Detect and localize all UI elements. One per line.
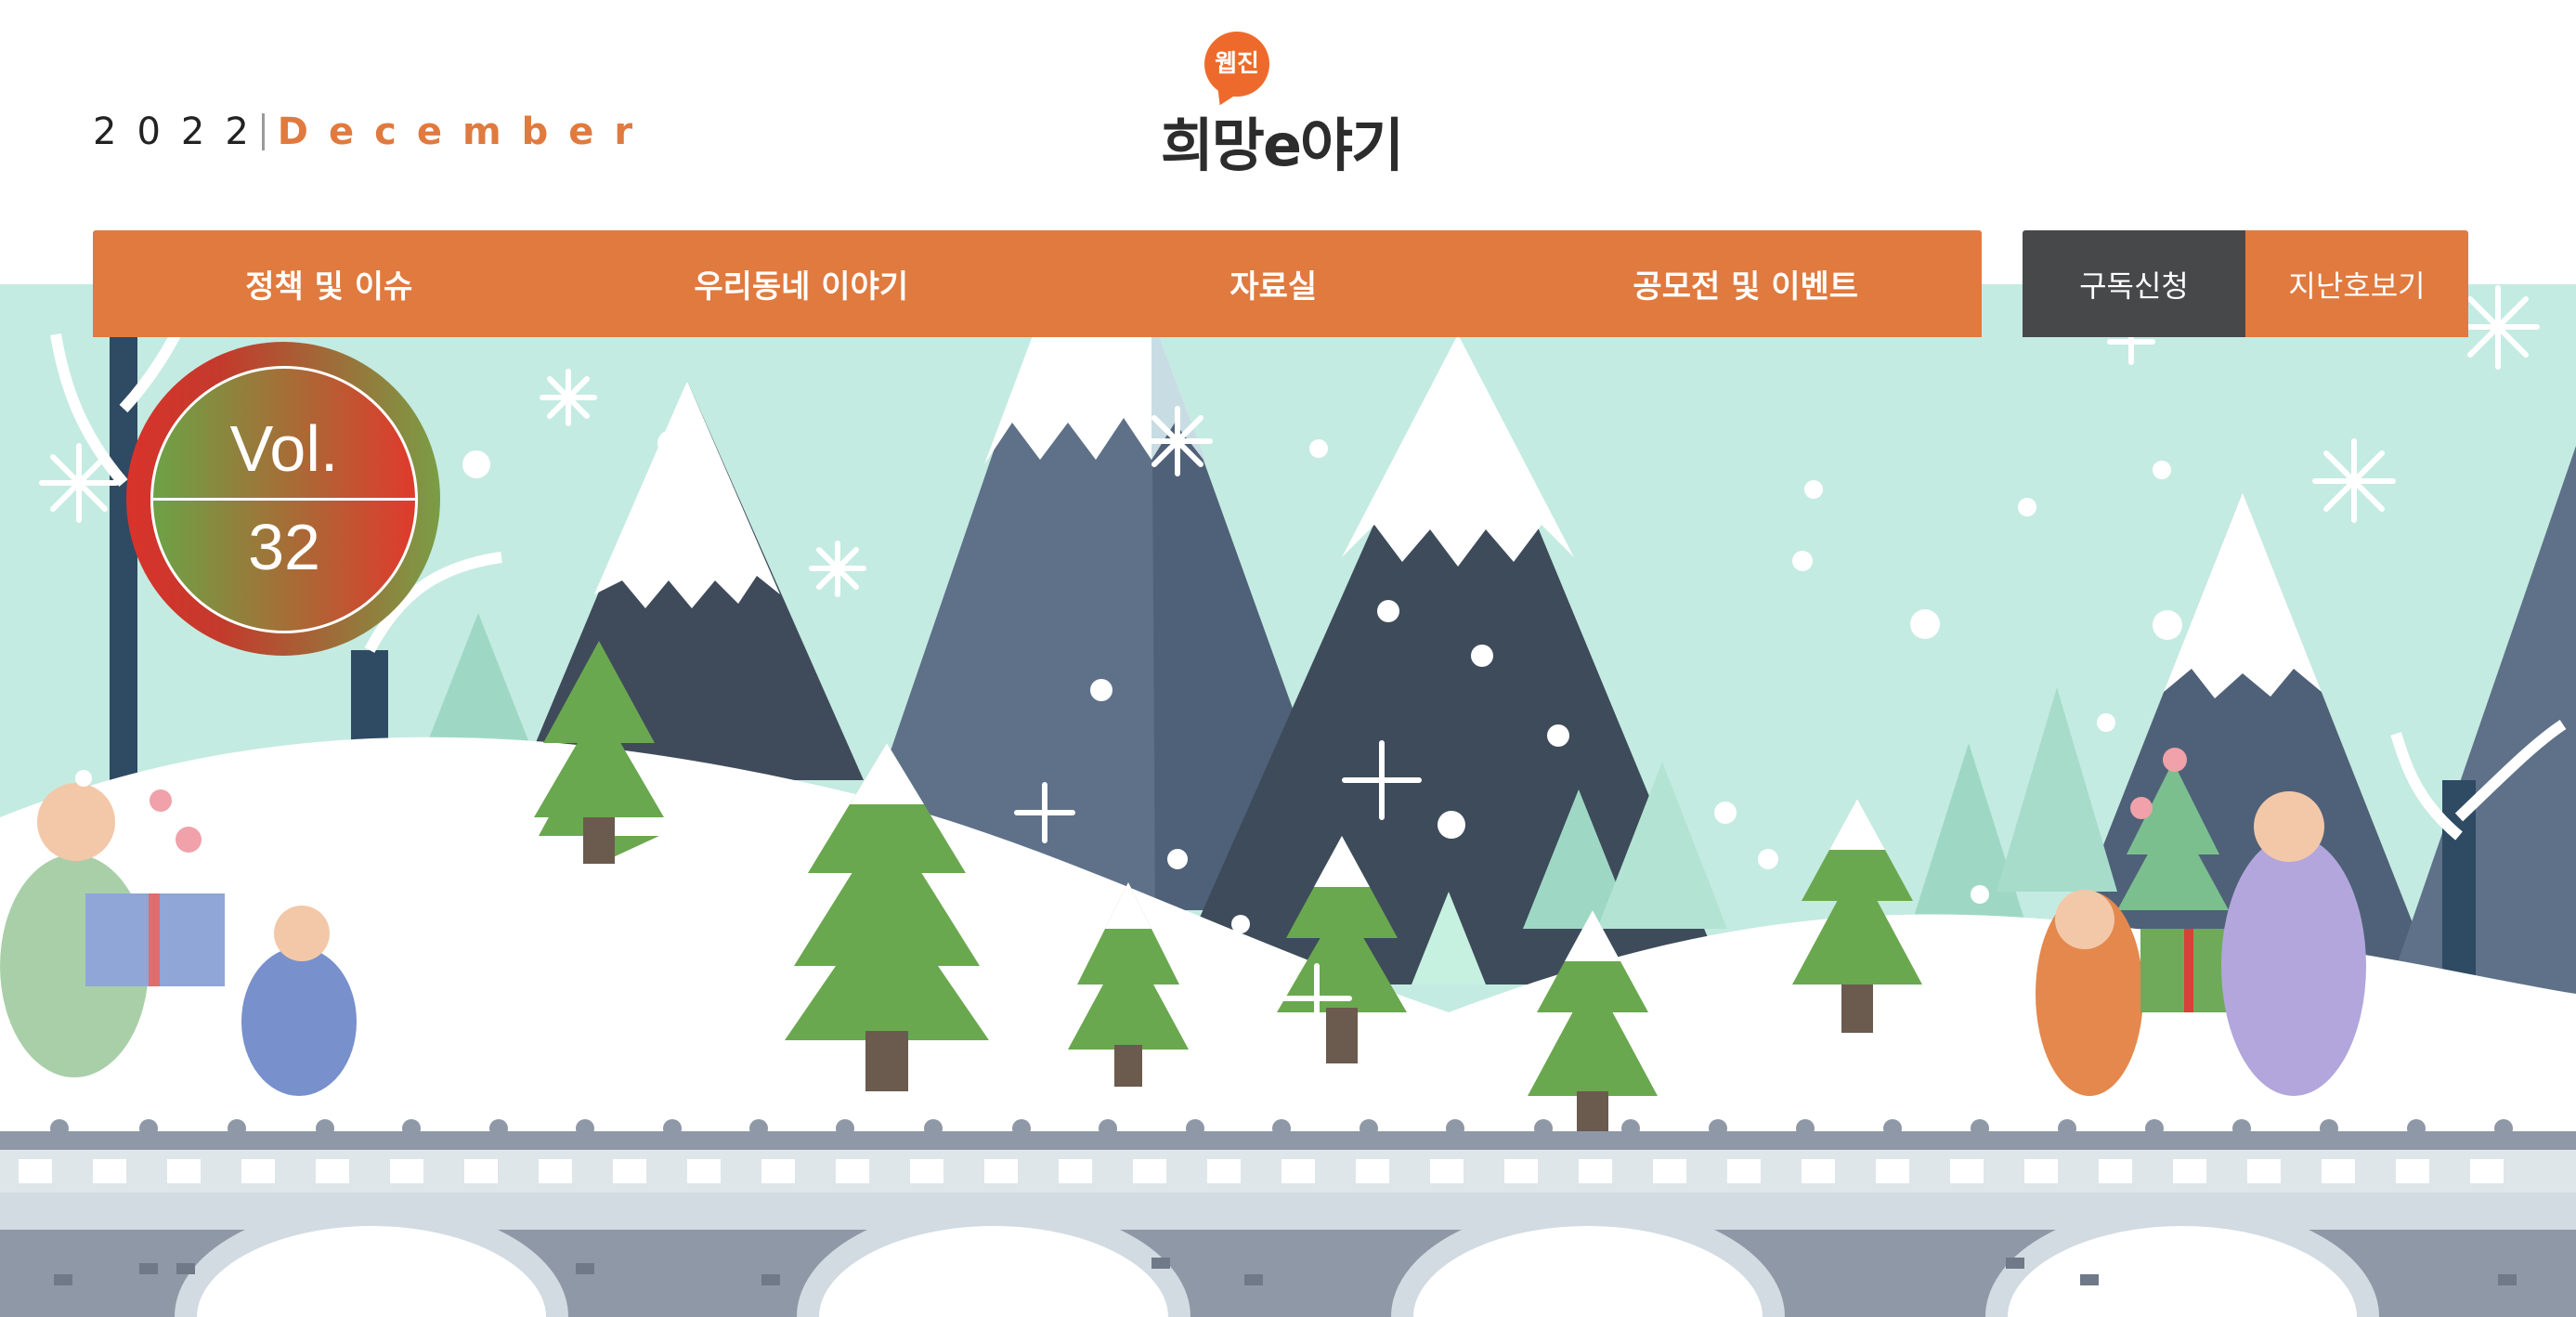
issue-month: December [277, 111, 654, 153]
volume-label: Vol. [229, 412, 339, 485]
volume-number: 32 [248, 511, 320, 583]
sub-buttons: 구독신청 지난호보기 [2023, 230, 2468, 337]
logo-speech-bubble-icon: 웹진 [1204, 32, 1269, 97]
issue-date: 2022 December [93, 104, 653, 160]
date-divider [261, 113, 265, 150]
volume-badge-inner: Vol. 32 [150, 366, 418, 633]
logo-badge-text: 웹진 [1215, 50, 1259, 78]
logo-title: 희망e야기 [1160, 111, 1404, 179]
nav-item-policy[interactable]: 정책 및 이슈 [93, 230, 566, 337]
past-issues-button[interactable]: 지난호보기 [2245, 230, 2468, 337]
issue-year: 2022 [93, 111, 269, 153]
nav-item-archive-room[interactable]: 자료실 [1037, 230, 1510, 337]
main-nav: 정책 및 이슈 우리동네 이야기 자료실 공모전 및 이벤트 [93, 230, 1982, 337]
nav-item-contests-events[interactable]: 공모전 및 이벤트 [1510, 230, 1983, 337]
volume-badge: Vol. 32 [126, 342, 440, 656]
site-logo[interactable]: 웹진 희망e야기 [1156, 28, 1407, 179]
nav-item-neighborhood[interactable]: 우리동네 이야기 [566, 230, 1038, 337]
subscribe-button[interactable]: 구독신청 [2023, 230, 2245, 337]
volume-divider [153, 498, 415, 501]
